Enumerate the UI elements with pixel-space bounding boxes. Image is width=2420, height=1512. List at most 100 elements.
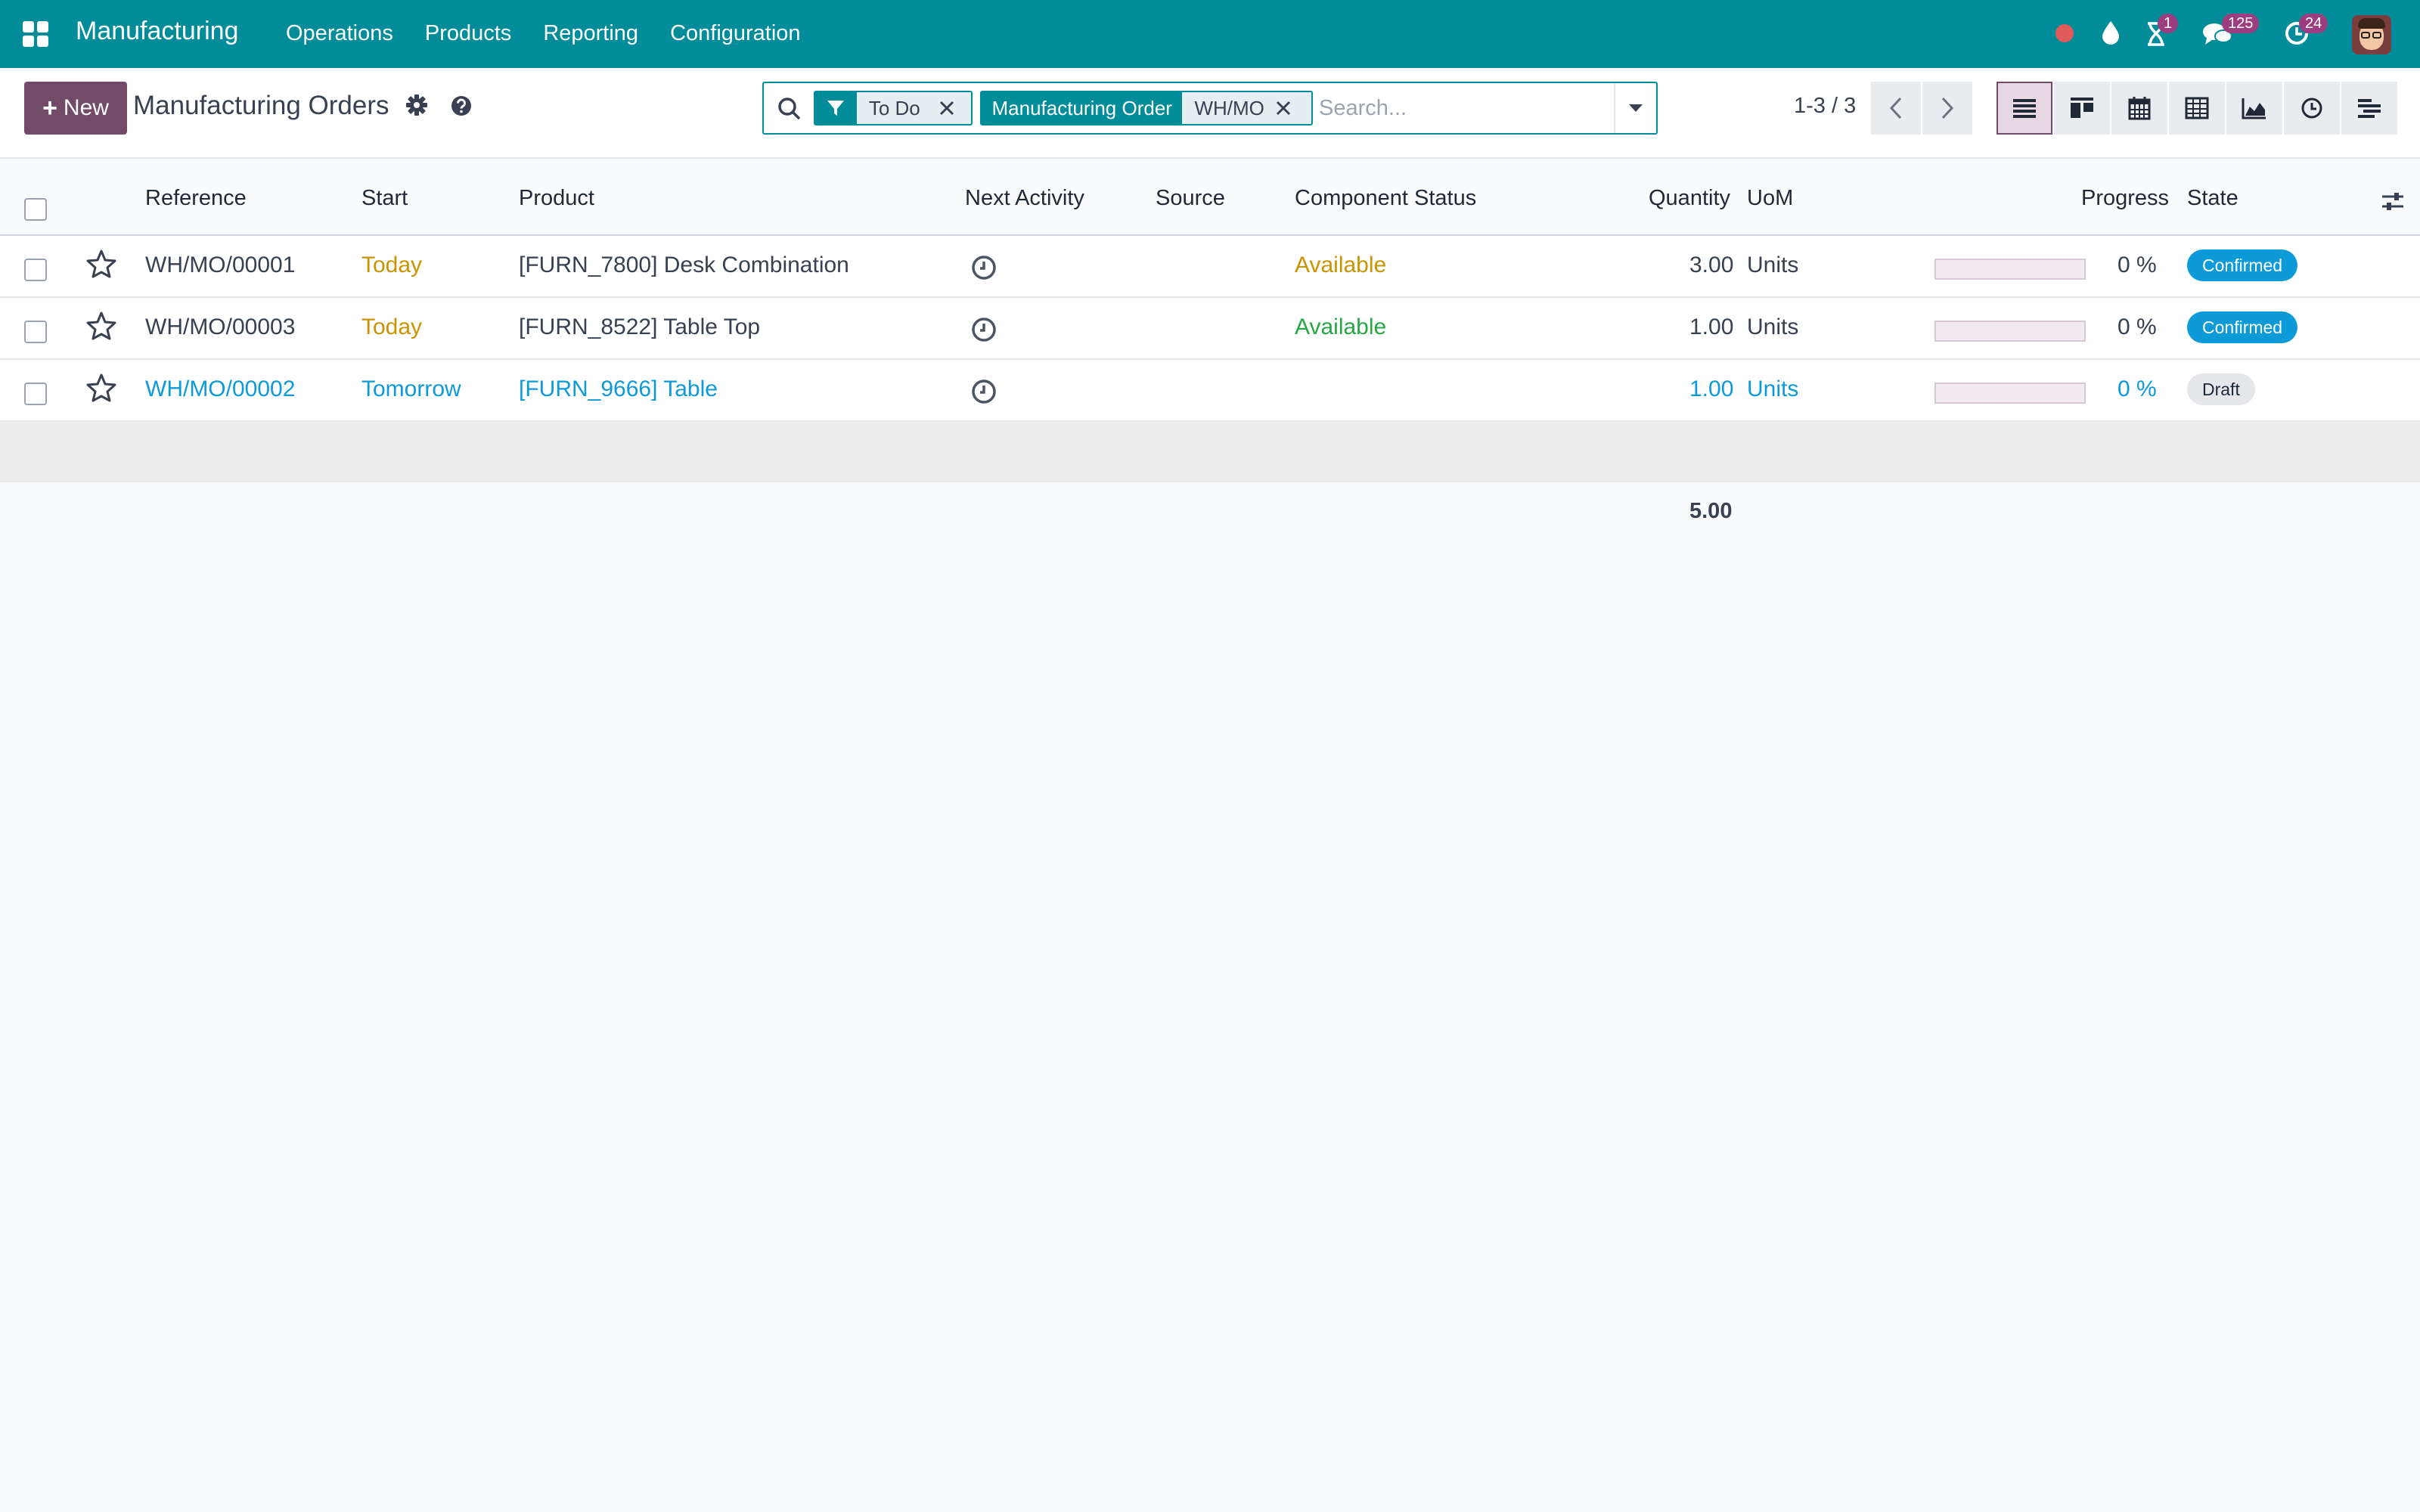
search-icon <box>778 98 801 120</box>
remove-facet-close-icon[interactable] <box>938 92 971 124</box>
header-reference[interactable]: Reference <box>145 186 247 211</box>
filter-facet-todo[interactable]: To Do <box>814 91 973 125</box>
gantt-icon <box>2358 99 2381 118</box>
optional-columns-toggle-icon[interactable] <box>2381 191 2405 213</box>
manufacturing-orders-list: Reference Start Product Next Activity So… <box>0 160 2420 482</box>
cell-product: [FURN_9666] Table <box>519 376 718 401</box>
cell-start: Today <box>361 314 423 339</box>
cell-progress: 0 % <box>2118 253 2157 277</box>
filter-facet-reference[interactable]: Manufacturing Order WH/MO <box>980 91 1313 125</box>
cell-reference: WH/MO/00003 <box>145 314 296 339</box>
activity-badge: 1 <box>2158 14 2179 33</box>
pivot-table-icon <box>2185 97 2209 119</box>
area-chart-icon <box>2242 98 2266 119</box>
cell-reference: WH/MO/00002 <box>145 376 296 401</box>
header-product[interactable]: Product <box>519 186 594 211</box>
new-button[interactable]: + New <box>24 82 127 135</box>
menu-operations[interactable]: Operations <box>286 21 393 46</box>
help-icon[interactable] <box>451 95 472 116</box>
cell-uom: Units <box>1747 253 1799 277</box>
cell-component-status: Available <box>1295 253 1387 277</box>
pager-value[interactable]: 1-3 / 3 <box>1794 94 1856 119</box>
cell-quantity: 1.00 <box>1689 376 1734 401</box>
row-checkbox[interactable] <box>24 259 47 281</box>
table-row[interactable]: WH/MO/00003 Today [FURN_8522] Table Top … <box>0 298 2420 360</box>
cell-uom: Units <box>1747 376 1799 401</box>
header-source[interactable]: Source <box>1156 186 1225 211</box>
pager-next-button[interactable] <box>1922 82 1972 135</box>
clock-icon[interactable] <box>970 254 997 281</box>
header-quantity[interactable]: Quantity <box>1649 186 1730 211</box>
new-button-label: New <box>63 95 109 120</box>
app-switcher-icon[interactable] <box>23 21 48 47</box>
list-icon <box>2013 99 2036 118</box>
star-icon[interactable] <box>86 311 116 340</box>
cell-product: [FURN_8522] Table Top <box>519 314 761 339</box>
cell-product: [FURN_7800] Desk Combination <box>519 253 849 277</box>
pivot-view-button[interactable] <box>2169 82 2225 135</box>
search-input[interactable] <box>1319 91 1606 125</box>
progress-bar <box>1934 383 2086 404</box>
kanban-icon <box>2071 98 2093 118</box>
activity-view-button[interactable] <box>2284 82 2340 135</box>
list-spacer <box>0 422 2420 482</box>
cell-component-status: Available <box>1295 314 1387 339</box>
header-progress[interactable]: Progress <box>2081 186 2169 211</box>
chevron-left-icon <box>1889 97 1902 119</box>
status-badge: Confirmed <box>2187 311 2298 343</box>
star-icon[interactable] <box>86 249 116 278</box>
caret-down-icon <box>1629 104 1643 112</box>
facet-value: WH/MO <box>1182 92 1276 124</box>
pager-previous-button[interactable] <box>1871 82 1921 135</box>
select-all-checkbox[interactable] <box>24 198 47 221</box>
clock-icon <box>2301 98 2322 119</box>
quantity-total: 5.00 <box>1689 499 1733 523</box>
facet-category: Manufacturing Order <box>982 92 1183 124</box>
clock-icon[interactable] <box>970 316 997 343</box>
header-uom[interactable]: UoM <box>1747 186 1793 211</box>
menu-products[interactable]: Products <box>425 21 511 46</box>
table-row[interactable]: WH/MO/00001 Today [FURN_7800] Desk Combi… <box>0 236 2420 298</box>
list-view-button[interactable] <box>1996 82 2052 135</box>
filter-icon <box>815 92 857 124</box>
header-start[interactable]: Start <box>361 186 408 211</box>
discuss-badge: 125 <box>2222 14 2260 33</box>
table-row[interactable]: WH/MO/00002 Tomorrow [FURN_9666] Table 1… <box>0 360 2420 422</box>
row-checkbox[interactable] <box>24 383 47 405</box>
facet-value: To Do <box>856 92 939 124</box>
calendar-view-button[interactable] <box>2111 82 2167 135</box>
clock-icon[interactable] <box>970 378 997 405</box>
cell-start: Today <box>361 253 423 277</box>
drop-icon[interactable] <box>2101 20 2121 45</box>
cell-progress: 0 % <box>2118 376 2157 401</box>
header-next-activity[interactable]: Next Activity <box>965 186 1084 211</box>
control-panel: + New Manufacturing Orders To Do Manufac… <box>0 68 2420 159</box>
cell-reference: WH/MO/00001 <box>145 253 296 277</box>
main-menu: Operations Products Reporting Configurat… <box>286 21 801 46</box>
star-icon[interactable] <box>86 373 116 402</box>
gantt-view-button[interactable] <box>2341 82 2397 135</box>
user-avatar[interactable] <box>2352 15 2391 54</box>
cell-progress: 0 % <box>2118 314 2157 339</box>
app-name[interactable]: Manufacturing <box>76 17 238 46</box>
status-badge: Draft <box>2187 373 2255 405</box>
search-box: To Do Manufacturing Order WH/MO <box>762 82 1658 135</box>
table-header: Reference Start Product Next Activity So… <box>0 160 2420 236</box>
menu-reporting[interactable]: Reporting <box>543 21 638 46</box>
cell-start: Tomorrow <box>361 376 461 401</box>
top-navbar: Manufacturing Operations Products Report… <box>0 0 2420 68</box>
progress-bar <box>1934 259 2086 280</box>
timesheet-badge: 24 <box>2299 14 2328 33</box>
header-component-status[interactable]: Component Status <box>1295 186 1476 211</box>
status-badge: Confirmed <box>2187 249 2298 281</box>
kanban-view-button[interactable] <box>2054 82 2110 135</box>
menu-configuration[interactable]: Configuration <box>670 21 801 46</box>
recording-dot-icon[interactable] <box>2055 24 2074 42</box>
gear-icon[interactable] <box>405 94 428 116</box>
header-state[interactable]: State <box>2187 186 2238 211</box>
chevron-right-icon <box>1941 97 1954 119</box>
graph-view-button[interactable] <box>2226 82 2282 135</box>
search-options-toggle[interactable] <box>1614 83 1656 133</box>
remove-facet-close-icon[interactable] <box>1275 92 1311 124</box>
row-checkbox[interactable] <box>24 321 47 343</box>
